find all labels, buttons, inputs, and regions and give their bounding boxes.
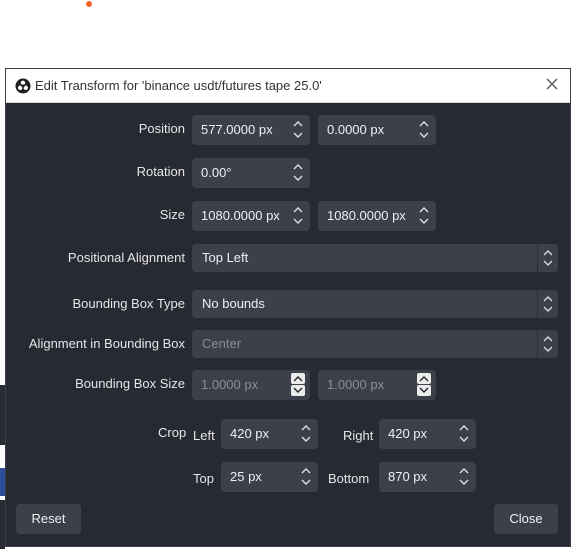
close-button[interactable]: Close: [494, 504, 558, 534]
size-height-stepper[interactable]: [416, 204, 432, 228]
crop-bottom-stepper[interactable]: [456, 465, 472, 489]
updown-chevron-icon: [537, 244, 553, 272]
crop-left-input[interactable]: 420 px: [221, 419, 318, 449]
edit-transform-dialog: Edit Transform for 'binance usdt/futures…: [5, 68, 571, 547]
positional-alignment-label: Positional Alignment: [67, 250, 185, 265]
chevron-down-icon[interactable]: [299, 434, 313, 445]
chevron-down-icon[interactable]: [417, 385, 431, 396]
chevron-up-icon[interactable]: [417, 204, 431, 215]
rotation-stepper[interactable]: [290, 161, 306, 185]
alignment-in-bounding-box-label: Alignment in Bounding Box: [28, 336, 185, 351]
chevron-up-icon[interactable]: [457, 465, 471, 476]
crop-top-input[interactable]: 25 px: [221, 462, 318, 492]
chevron-up-icon[interactable]: [299, 422, 313, 433]
crop-bottom-value: 870 px: [388, 469, 428, 484]
crop-label: Crop: [158, 425, 187, 440]
rotation-input[interactable]: 0.00°: [192, 158, 310, 188]
position-y-stepper[interactable]: [416, 118, 432, 142]
size-width-stepper[interactable]: [290, 204, 306, 228]
position-y-input[interactable]: 0.0000 px: [318, 115, 436, 145]
chevron-up-icon[interactable]: [291, 161, 305, 172]
chevron-up-icon[interactable]: [417, 118, 431, 129]
crop-top-value: 25 px: [230, 469, 262, 484]
close-icon[interactable]: [544, 76, 560, 92]
bounding-box-size-label: Bounding Box Size: [75, 376, 185, 391]
chevron-down-icon[interactable]: [291, 173, 305, 184]
rotation-label: Rotation: [136, 164, 185, 179]
chevron-up-icon[interactable]: [291, 373, 305, 384]
position-label: Position: [138, 121, 185, 136]
updown-chevron-icon: [537, 330, 553, 358]
title-bar: Edit Transform for 'binance usdt/futures…: [6, 69, 570, 103]
positional-alignment-select[interactable]: Top Left: [192, 244, 558, 272]
orange-dot: [86, 1, 92, 7]
alignment-in-bounding-box-select[interactable]: Center: [192, 330, 558, 358]
chevron-down-icon[interactable]: [417, 216, 431, 227]
rotation-value: 0.00°: [201, 165, 232, 180]
position-x-value: 577.0000 px: [201, 122, 273, 137]
crop-left-stepper[interactable]: [298, 422, 314, 446]
updown-chevron-icon: [537, 290, 553, 318]
bounding-box-width-value: 1.0000 px: [201, 377, 259, 392]
chevron-down-icon[interactable]: [417, 130, 431, 141]
crop-top-stepper[interactable]: [298, 465, 314, 489]
reset-button[interactable]: Reset: [16, 504, 81, 534]
crop-left-value: 420 px: [230, 426, 270, 441]
position-x-input[interactable]: 577.0000 px: [192, 115, 310, 145]
bounding-box-height-stepper[interactable]: [416, 373, 432, 397]
size-width-input[interactable]: 1080.0000 px: [192, 201, 310, 231]
size-label: Size: [159, 207, 185, 222]
chevron-down-icon[interactable]: [291, 130, 305, 141]
crop-right-stepper[interactable]: [456, 422, 472, 446]
bounding-box-type-value: No bounds: [202, 296, 265, 311]
chevron-down-icon[interactable]: [457, 477, 471, 488]
crop-right-value: 420 px: [388, 426, 428, 441]
dialog-title: Edit Transform for 'binance usdt/futures…: [35, 78, 322, 93]
size-width-value: 1080.0000 px: [201, 208, 280, 223]
bounding-box-type-select[interactable]: No bounds: [192, 290, 558, 318]
crop-left-label: Left: [193, 428, 215, 443]
alignment-in-bounding-box-value: Center: [202, 336, 242, 351]
bounding-box-type-label: Bounding Box Type: [72, 296, 185, 311]
chevron-up-icon[interactable]: [291, 118, 305, 129]
size-height-input[interactable]: 1080.0000 px: [318, 201, 436, 231]
chevron-down-icon[interactable]: [291, 385, 305, 396]
crop-top-label: Top: [193, 471, 214, 486]
crop-bottom-input[interactable]: 870 px: [379, 462, 476, 492]
chevron-down-icon[interactable]: [457, 434, 471, 445]
chevron-up-icon[interactable]: [417, 373, 431, 384]
positional-alignment-value: Top Left: [202, 250, 249, 265]
chevron-down-icon[interactable]: [299, 477, 313, 488]
bounding-box-width-input[interactable]: 1.0000 px: [192, 370, 310, 400]
position-y-value: 0.0000 px: [327, 122, 385, 137]
chevron-down-icon[interactable]: [291, 216, 305, 227]
chevron-up-icon[interactable]: [291, 204, 305, 215]
bounding-box-height-value: 1.0000 px: [327, 377, 385, 392]
bounding-box-width-stepper[interactable]: [290, 373, 306, 397]
position-x-stepper[interactable]: [290, 118, 306, 142]
crop-right-input[interactable]: 420 px: [379, 419, 476, 449]
chevron-up-icon[interactable]: [457, 422, 471, 433]
crop-right-label: Right: [343, 428, 374, 443]
obs-logo-icon: [15, 78, 31, 94]
chevron-up-icon[interactable]: [299, 465, 313, 476]
crop-bottom-label: Bottom: [328, 471, 370, 486]
bounding-box-height-input[interactable]: 1.0000 px: [318, 370, 436, 400]
size-height-value: 1080.0000 px: [327, 208, 406, 223]
